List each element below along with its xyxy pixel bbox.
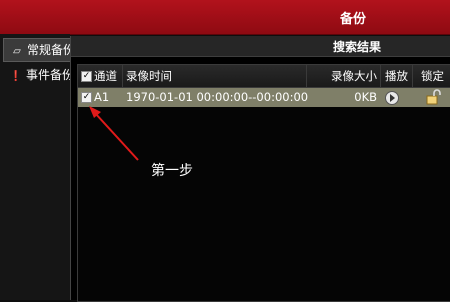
unlock-icon[interactable] <box>425 89 441 105</box>
select-all-checkbox[interactable]: ✓ <box>81 71 92 82</box>
exclamation-icon: ❗ <box>9 71 23 82</box>
window-title: 备份 <box>340 12 367 27</box>
dialog-header: 搜索结果 <box>71 36 450 57</box>
column-header-channel[interactable]: ✓通道号 <box>78 65 123 105</box>
results-table: ✓通道号 录像时间 录像大小 播放 锁定 ✓A1 1970-01-01 00:0… <box>77 64 450 302</box>
play-icon[interactable] <box>385 91 399 105</box>
column-header-size[interactable]: 录像大小 <box>307 65 381 87</box>
folder-icon: ▱ <box>13 46 21 57</box>
sidebar: ▱ 常规备份 ❗ 事件备份 <box>0 34 85 300</box>
column-header-play[interactable]: 播放 <box>381 65 413 87</box>
row-channel-cell: ✓ A1 <box>81 90 110 104</box>
column-header-lock[interactable]: 锁定 <box>413 65 450 87</box>
dialog-title: 搜索结果 <box>333 40 382 54</box>
window-title-bar: 备份 <box>0 0 450 35</box>
row-checkbox[interactable]: ✓ <box>81 92 92 103</box>
table-header: ✓通道号 录像时间 录像大小 播放 锁定 <box>78 65 450 105</box>
row-time-cell: 1970-01-01 00:00:00--00:00:00 <box>126 90 309 104</box>
row-size-cell: 0KB <box>354 90 377 104</box>
annotation-label: 第一步 <box>151 163 193 179</box>
search-results-dialog: 搜索结果 ✓通道号 录像时间 录像大小 播放 锁定 ✓A1 1970-01-0 <box>70 36 450 302</box>
column-header-time[interactable]: 录像时间 <box>123 65 307 87</box>
table-row[interactable]: ✓ A1 1970-01-01 00:00:00--00:00:00 0KB <box>78 88 450 107</box>
